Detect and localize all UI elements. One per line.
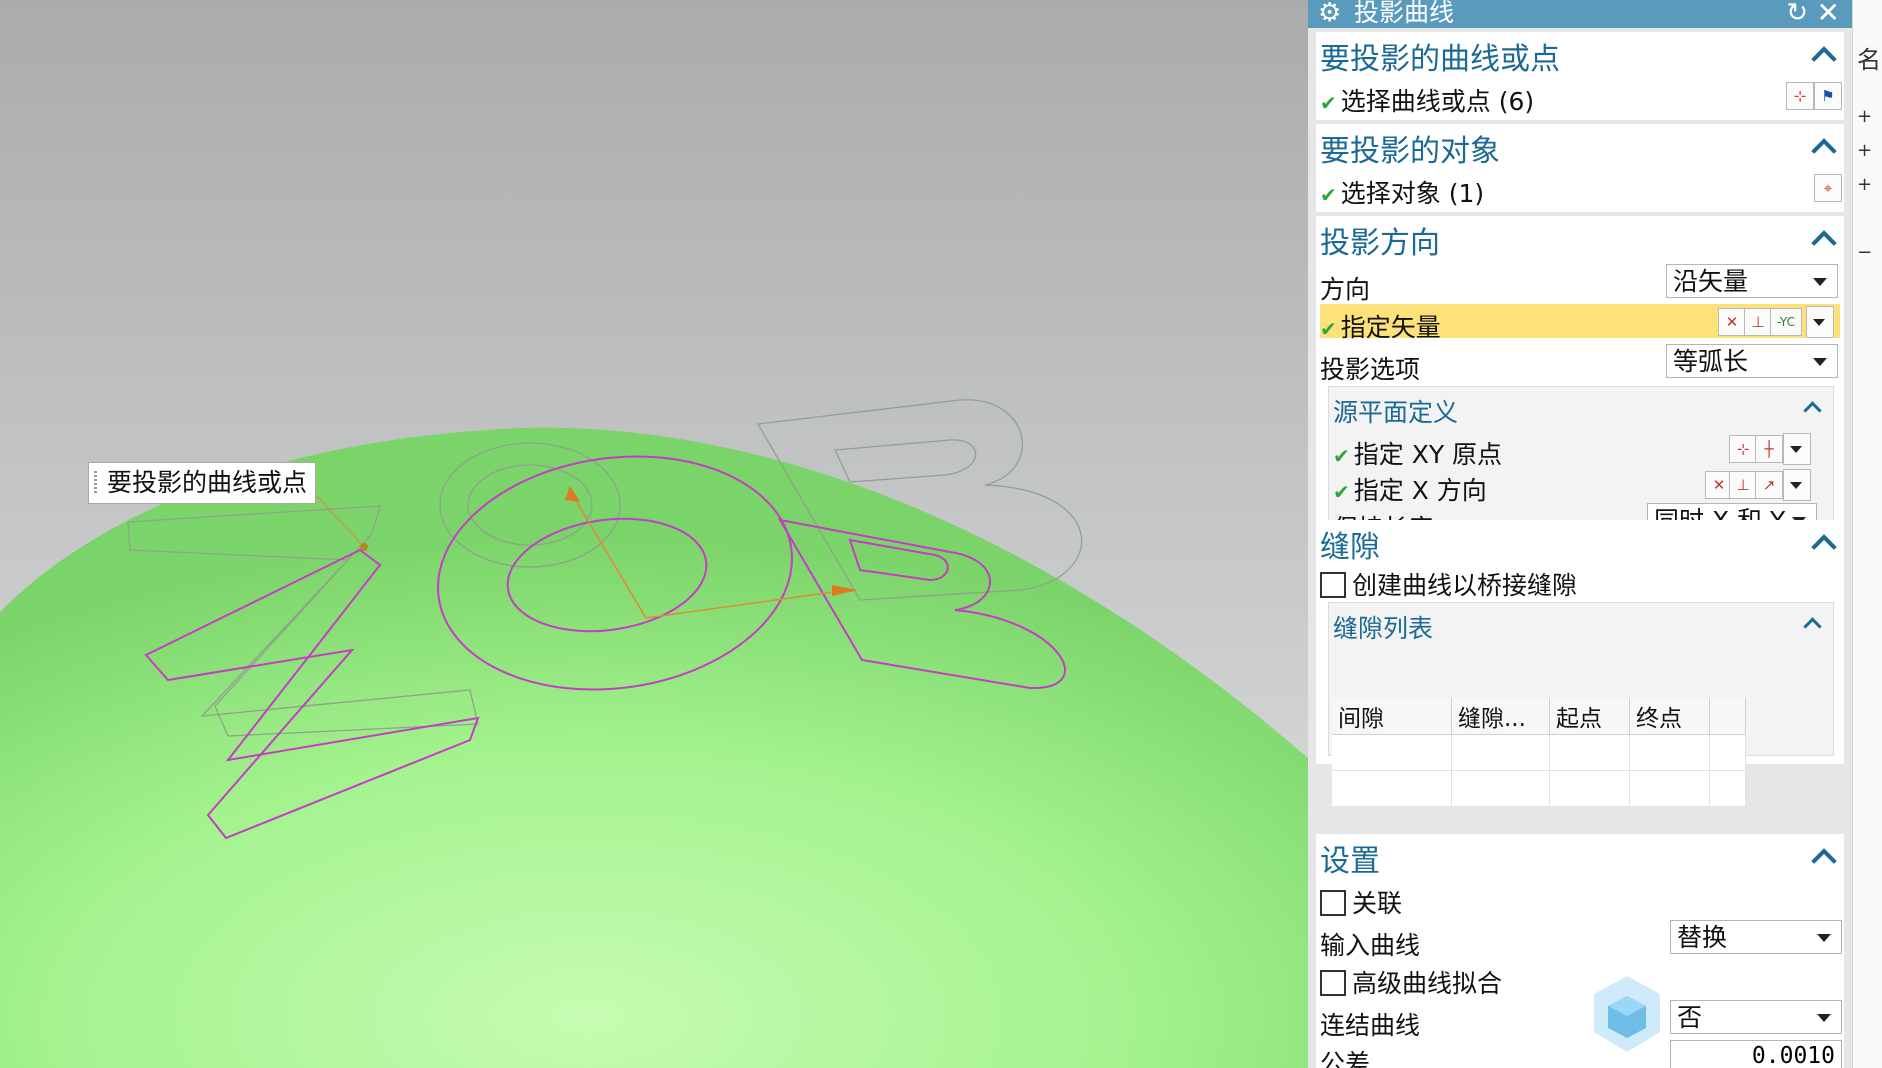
close-icon[interactable]: ✕ xyxy=(1817,0,1840,27)
gap-distance-col-header[interactable]: 缝隙... xyxy=(1451,698,1550,735)
join-curves-value: 否 xyxy=(1677,1003,1703,1032)
specify-vector-label: 指定矢量 xyxy=(1340,313,1441,342)
collapse-objects-icon[interactable] xyxy=(1810,136,1838,156)
gap-table-header-row: 间隙 缝隙... 起点 终点 xyxy=(1332,698,1746,735)
projection-option-dropdown[interactable]: 等弧长 xyxy=(1666,344,1838,378)
collapse-gap-list-icon[interactable] xyxy=(1799,613,1827,633)
check-icon: ✔ xyxy=(1333,444,1350,468)
x-vector-arrow-icon[interactable]: ↗ xyxy=(1755,471,1783,499)
sketch-section-icon[interactable]: ⚑ xyxy=(1814,82,1842,110)
x-direction-dropdown[interactable] xyxy=(1783,469,1811,501)
expand-icon[interactable]: + xyxy=(1857,174,1872,195)
vector-options-dropdown[interactable] xyxy=(1806,306,1834,338)
dialog-title: 投影曲线 xyxy=(1354,0,1455,27)
inferred-point-icon[interactable]: ┼ xyxy=(1755,435,1783,463)
expand-icon[interactable]: + xyxy=(1857,140,1872,161)
check-icon: ✔ xyxy=(1320,91,1337,115)
select-objects-row[interactable]: ✔ 选择对象 (1) xyxy=(1320,174,1484,210)
collapse-settings-icon[interactable] xyxy=(1810,846,1838,866)
check-icon: ✔ xyxy=(1333,480,1350,504)
collapse-icon[interactable]: − xyxy=(1857,242,1872,263)
gap-list-header[interactable]: 缝隙列表 xyxy=(1333,609,1433,645)
select-curves-row[interactable]: ✔ 选择曲线或点 (6) xyxy=(1320,82,1534,118)
tooltip-grip xyxy=(94,471,97,495)
collapse-curves-icon[interactable] xyxy=(1810,44,1838,64)
projection-option-value: 等弧长 xyxy=(1673,347,1749,376)
section-direction: 投影方向 方向 沿矢量 ✔ 指定矢量 ✕ ⊥ -YC 投影选项 等弧长 源平面定义… xyxy=(1316,216,1844,554)
select-curves-label: 选择曲线或点 (6) xyxy=(1340,87,1535,116)
end-col-header[interactable]: 终点 xyxy=(1629,698,1710,735)
graphics-viewport[interactable]: 要投影的曲线或点 xyxy=(0,0,1308,1068)
tolerance-field[interactable]: 0.0010 xyxy=(1670,1040,1842,1068)
gap-col-header[interactable]: 间隙 xyxy=(1332,698,1452,735)
associative-label: 关联 xyxy=(1352,889,1403,918)
bridge-gaps-row[interactable]: 创建曲线以桥接缝隙 xyxy=(1320,566,1577,602)
associative-row[interactable]: 关联 xyxy=(1320,884,1402,920)
dialog-titlebar[interactable]: ⚙ 投影曲线 ↻ ✕ xyxy=(1308,0,1852,28)
projection-option-label: 投影选项 xyxy=(1320,355,1421,384)
scene-canvas[interactable] xyxy=(0,0,1308,1068)
input-curve-dropdown[interactable]: 替换 xyxy=(1670,920,1842,954)
curve-rule-icon[interactable]: ⊹ xyxy=(1786,82,1814,110)
xy-origin-row[interactable]: ✔ 指定 XY 原点 xyxy=(1333,435,1502,471)
specify-vector-row-text[interactable]: ✔ 指定矢量 xyxy=(1320,308,1441,344)
check-icon: ✔ xyxy=(1320,183,1337,207)
extra-col-header[interactable] xyxy=(1709,698,1746,735)
section-gaps-header[interactable]: 缝隙 xyxy=(1320,522,1380,566)
section-objects: 要投影的对象 ✔ 选择对象 (1) ⌖ xyxy=(1316,124,1844,212)
advanced-fit-checkbox[interactable] xyxy=(1320,970,1346,996)
advanced-fit-row[interactable]: 高级曲线拟合 xyxy=(1320,964,1502,1000)
xy-origin-dropdown[interactable] xyxy=(1783,433,1811,465)
table-row[interactable] xyxy=(1332,770,1746,807)
advanced-fit-label: 高级曲线拟合 xyxy=(1352,969,1503,998)
select-object-icon[interactable]: ⌖ xyxy=(1814,174,1842,202)
start-col-header[interactable]: 起点 xyxy=(1549,698,1630,735)
gear-icon: ⚙ xyxy=(1318,0,1342,28)
check-icon: ✔ xyxy=(1320,317,1337,341)
input-curve-value: 替换 xyxy=(1677,923,1728,952)
vector-yc-icon[interactable]: -YC xyxy=(1770,308,1802,336)
vector-dialog-icon[interactable]: ⊥ xyxy=(1744,308,1772,336)
section-settings-header[interactable]: 设置 xyxy=(1320,836,1380,880)
navigator-strip: 名 + + + − xyxy=(1852,0,1882,1068)
tolerance-label: 公差 xyxy=(1320,1049,1371,1068)
table-row[interactable] xyxy=(1332,734,1746,771)
associative-checkbox[interactable] xyxy=(1320,890,1346,916)
vector-yc-text: -YC xyxy=(1777,315,1795,329)
direction-value: 沿矢量 xyxy=(1673,267,1749,296)
strip-name-header: 名 xyxy=(1857,46,1881,74)
point-dialog-icon[interactable]: ⊹ xyxy=(1729,435,1757,463)
join-curves-dropdown[interactable]: 否 xyxy=(1670,1000,1842,1034)
reset-icon[interactable]: ↻ xyxy=(1786,0,1808,26)
expand-icon[interactable]: + xyxy=(1857,106,1872,127)
collapse-direction-icon[interactable] xyxy=(1810,228,1838,248)
section-settings: 设置 关联 输入曲线 替换 高级曲线拟合 连结曲线 否 公差 0.0010 xyxy=(1316,834,1844,1068)
x-direction-label: 指定 X 方向 xyxy=(1353,476,1487,505)
bridge-gaps-label: 创建曲线以桥接缝隙 xyxy=(1352,571,1578,600)
gap-list-table[interactable]: 间隙 缝隙... 起点 终点 xyxy=(1332,698,1746,807)
join-curves-label: 连结曲线 xyxy=(1320,1011,1421,1040)
inferred-vector-icon[interactable]: ✕ xyxy=(1718,308,1746,336)
input-curve-label: 输入曲线 xyxy=(1320,931,1421,960)
direction-label: 方向 xyxy=(1320,275,1371,304)
section-objects-header[interactable]: 要投影的对象 xyxy=(1320,126,1500,170)
source-plane-header[interactable]: 源平面定义 xyxy=(1333,393,1458,429)
selection-tooltip: 要投影的曲线或点 xyxy=(88,462,317,504)
section-curves-header[interactable]: 要投影的曲线或点 xyxy=(1320,34,1560,78)
x-vector-dialog-icon[interactable]: ⊥ xyxy=(1729,471,1757,499)
section-direction-header[interactable]: 投影方向 xyxy=(1320,218,1440,262)
project-curve-dialog: ⚙ 投影曲线 ↻ ✕ 要投影的曲线或点 ✔ 选择曲线或点 (6) ⊹ ⚑ 要投影的… xyxy=(1308,0,1852,1068)
section-curves: 要投影的曲线或点 ✔ 选择曲线或点 (6) ⊹ ⚑ xyxy=(1316,32,1844,120)
direction-dropdown[interactable]: 沿矢量 xyxy=(1666,264,1838,298)
watermark-cube-icon xyxy=(1594,976,1660,1052)
bridge-gaps-checkbox[interactable] xyxy=(1320,572,1346,598)
collapse-source-plane-icon[interactable] xyxy=(1799,397,1827,417)
xy-origin-label: 指定 XY 原点 xyxy=(1353,440,1503,469)
x-direction-row[interactable]: ✔ 指定 X 方向 xyxy=(1333,471,1487,507)
collapse-gaps-icon[interactable] xyxy=(1810,532,1838,552)
tooltip-text: 要投影的曲线或点 xyxy=(107,468,308,497)
select-objects-label: 选择对象 (1) xyxy=(1340,179,1485,208)
